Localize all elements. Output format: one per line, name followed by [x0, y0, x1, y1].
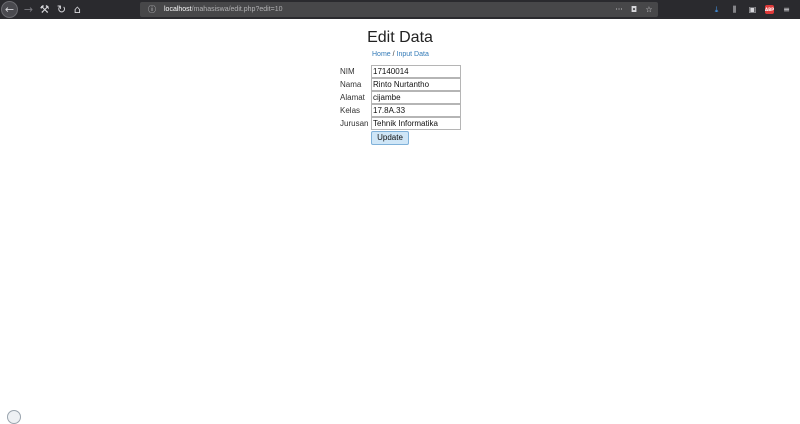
home-link[interactable]: Home	[372, 51, 391, 58]
loading-indicator-icon	[7, 410, 21, 424]
url-text[interactable]: localhost/mahasiswa/edit.php?edit=10	[164, 6, 283, 13]
page-actions-icon[interactable]: ···	[614, 5, 624, 14]
jurusan-label: Jurusan	[340, 119, 369, 128]
back-button[interactable]: ←	[1, 1, 18, 18]
developer-tools-button[interactable]: ⚒	[36, 1, 53, 18]
menu-icon[interactable]: ≡	[781, 5, 792, 14]
url-bar-actions: ··· ◘ ☆	[614, 2, 654, 17]
browser-toolbar: ← → ⚒ ↻ ⌂ ⓘ localhost/mahasiswa/edit.php…	[0, 0, 800, 19]
form-row-nama: Nama Rinto Nurtantho	[340, 78, 461, 91]
page-content: Edit Data Home / Input Data NIM 17140014…	[0, 19, 800, 417]
update-button[interactable]: Update	[371, 131, 409, 145]
form-row-kelas: Kelas 17.8A.33	[340, 104, 461, 117]
form-row-nim: NIM 17140014	[340, 65, 461, 78]
nama-input[interactable]: Rinto Nurtantho	[371, 78, 461, 91]
nim-input[interactable]: 17140014	[371, 65, 461, 78]
nim-label: NIM	[340, 67, 355, 76]
form-row-jurusan: Jurusan Tehnik Informatika	[340, 117, 461, 130]
alamat-label: Alamat	[340, 93, 365, 102]
input-data-link[interactable]: Input Data	[397, 51, 429, 58]
alamat-input[interactable]: cijambe	[371, 91, 461, 104]
toolbar-right: ⤓ ⫼ ▣ ABP ≡	[711, 2, 792, 17]
url-host: localhost	[164, 6, 192, 13]
reload-button[interactable]: ↻	[53, 1, 70, 18]
home-button[interactable]: ⌂	[69, 1, 86, 18]
arrow-right-icon: →	[23, 3, 34, 16]
pocket-icon[interactable]: ◘	[629, 5, 639, 14]
library-icon[interactable]: ⫼	[729, 5, 740, 15]
wrench-icon: ⚒	[39, 3, 50, 16]
adblock-icon[interactable]: ABP	[765, 5, 774, 14]
reload-icon: ↻	[56, 3, 67, 16]
forward-button[interactable]: →	[20, 1, 37, 18]
arrow-left-icon: ←	[4, 3, 15, 16]
breadcrumb: Home / Input Data	[372, 51, 429, 58]
sidebar-icon[interactable]: ▣	[747, 5, 758, 14]
home-icon: ⌂	[74, 3, 81, 16]
jurusan-input[interactable]: Tehnik Informatika	[371, 117, 461, 130]
download-icon[interactable]: ⤓	[711, 5, 722, 15]
form-row-alamat: Alamat cijambe	[340, 91, 461, 104]
nama-label: Nama	[340, 80, 362, 89]
url-path: /mahasiswa/edit.php?edit=10	[191, 6, 283, 13]
url-bar[interactable]: ⓘ localhost/mahasiswa/edit.php?edit=10 ·…	[140, 2, 658, 17]
bookmark-star-icon[interactable]: ☆	[644, 5, 654, 14]
page-title: Edit Data	[367, 29, 433, 46]
info-icon[interactable]: ⓘ	[145, 4, 159, 15]
kelas-input[interactable]: 17.8A.33	[371, 104, 461, 117]
kelas-label: Kelas	[340, 106, 361, 115]
